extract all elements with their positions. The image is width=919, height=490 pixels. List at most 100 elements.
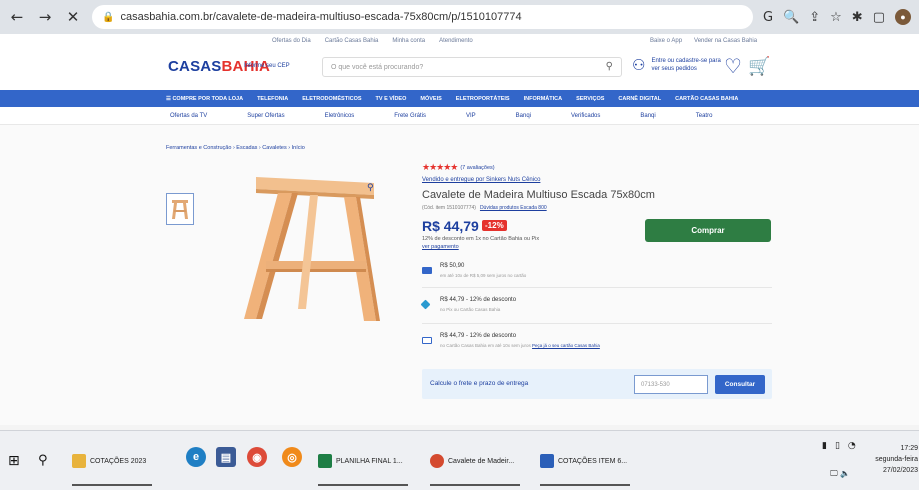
profile-avatar[interactable]: ● bbox=[895, 9, 911, 25]
chrome-window-icon bbox=[430, 454, 444, 468]
zoom-icon[interactable]: 🔍 bbox=[783, 10, 799, 25]
active-indicator bbox=[540, 484, 630, 486]
product-page: Ferramentas e Construção › Escadas › Cav… bbox=[0, 125, 919, 425]
edge-icon[interactable]: e bbox=[186, 447, 206, 467]
taskbar-app-excel[interactable]: PLANILHA FINAL 1... bbox=[318, 441, 403, 481]
product-code-text: (Cód. item 1510107774) bbox=[422, 205, 476, 211]
windows-taskbar: ⊞ ⚲ COTAÇÕES 2023 e ▤ ◉ ◎ PLANILHA FINAL… bbox=[0, 430, 919, 490]
product-code: (Cód. item 1510107774) Dúvidas produtos E… bbox=[422, 205, 547, 211]
buy-button[interactable]: Comprar bbox=[645, 219, 771, 242]
divider bbox=[422, 287, 772, 288]
taskbar-app-folder[interactable]: COTAÇÕES 2023 bbox=[72, 441, 146, 481]
extensions-icon[interactable]: ✱ bbox=[852, 10, 863, 25]
notes-icon[interactable]: ▯ bbox=[835, 441, 840, 451]
network-icon[interactable]: ▮ bbox=[822, 441, 827, 451]
product-title: Cavalete de Madeira Multiuso Escada 75x8… bbox=[422, 189, 655, 201]
close-icon[interactable]: ✕ bbox=[64, 8, 82, 26]
user-icon: ⚇ bbox=[632, 56, 646, 74]
pix-icon bbox=[420, 299, 431, 310]
divider bbox=[422, 323, 772, 324]
discount-badge: -12% bbox=[482, 220, 507, 231]
consult-button[interactable]: Consultar bbox=[715, 375, 765, 394]
tray-secondary[interactable]: 🖵 🔈 bbox=[830, 469, 850, 479]
top-link[interactable]: Atendimento bbox=[439, 38, 473, 44]
subnav-item[interactable]: Banqi bbox=[640, 113, 655, 119]
store-card-link[interactable]: Peça já o seu cartão Casas Bahia bbox=[532, 343, 600, 348]
discount-text: 12% de desconto em 1x no Cartão Bahia ou… bbox=[422, 236, 540, 242]
product-price: R$ 44,79 bbox=[422, 218, 479, 234]
breadcrumb[interactable]: Ferramentas e Construção › Escadas › Cav… bbox=[166, 145, 305, 151]
nav-item[interactable]: INFORMÁTICA bbox=[524, 96, 563, 102]
share-icon[interactable]: ⇪ bbox=[809, 10, 820, 25]
top-link[interactable]: Vender na Casas Bahia bbox=[694, 38, 757, 44]
payment-option-card: R$ 50,90 em até 10x de R$ 5,09 sem juros… bbox=[422, 263, 772, 285]
rating[interactable]: ★★★★★ (7 avaliações) bbox=[422, 163, 495, 173]
taskbar-app-label: Cavalete de Madeir... bbox=[448, 457, 515, 465]
cep-link[interactable]: Informe seu CEP bbox=[244, 63, 290, 69]
cart-icon[interactable]: 🛒 bbox=[748, 56, 770, 77]
subnav-item[interactable]: Teatro bbox=[696, 113, 713, 119]
firefox-icon[interactable]: ◎ bbox=[282, 447, 302, 467]
top-link[interactable]: Cartão Casas Bahia bbox=[325, 38, 379, 44]
taskbar-app-label: COTAÇÕES ITEM 6... bbox=[558, 457, 628, 465]
top-link[interactable]: Minha conta bbox=[392, 38, 425, 44]
browser-toolbar: ← → ✕ 🔒 casasbahia.com.br/cavalete-de-ma… bbox=[0, 0, 919, 34]
store-icon[interactable]: ▤ bbox=[216, 447, 236, 467]
subnav-item[interactable]: VIP bbox=[466, 113, 476, 119]
login-text: Entre ou cadastre-se para ver seus pedid… bbox=[651, 58, 721, 72]
payment-option-pix: R$ 44,79 - 12% de desconto no Pix ou Car… bbox=[420, 297, 772, 319]
url-text[interactable]: casasbahia.com.br/cavalete-de-madeira-mu… bbox=[120, 11, 521, 23]
subnav-item[interactable]: Eletrônicos bbox=[325, 113, 355, 119]
site-header: Ofertas do Dia Cartão Casas Bahia Minha … bbox=[0, 34, 919, 90]
forward-icon[interactable]: → bbox=[36, 8, 54, 26]
windows-start-icon[interactable]: ⊞ bbox=[8, 453, 20, 469]
search-icon[interactable]: ⚲ bbox=[606, 61, 613, 72]
seller-link[interactable]: Vendido e entregue por Sinkers Nuts Cêni… bbox=[422, 177, 540, 183]
payment-line2: em até 10x de R$ 5,09 sem juros no cartã… bbox=[440, 273, 527, 278]
payment-line1: R$ 44,79 - 12% de desconto bbox=[440, 333, 517, 339]
nav-item[interactable]: MÓVEIS bbox=[420, 96, 441, 102]
subnav-item[interactable]: Frete Grátis bbox=[394, 113, 426, 119]
zoom-icon[interactable]: ⚲ bbox=[367, 183, 374, 193]
top-link[interactable]: Ofertas do Dia bbox=[272, 38, 311, 44]
address-bar[interactable]: 🔒 casasbahia.com.br/cavalete-de-madeira-… bbox=[92, 5, 753, 29]
product-thumbnail[interactable] bbox=[166, 193, 194, 225]
bookmark-star-icon[interactable]: ☆ bbox=[830, 10, 842, 25]
excel-window-icon bbox=[540, 454, 554, 468]
lock-icon: 🔒 bbox=[102, 11, 115, 23]
search-input[interactable]: O que você está procurando? ⚲ bbox=[322, 57, 622, 77]
active-indicator bbox=[72, 484, 152, 486]
search-icon[interactable]: ⚲ bbox=[38, 453, 48, 468]
nav-item[interactable]: ☰ COMPRE POR TODA LOJA bbox=[166, 96, 243, 102]
see-payment-link[interactable]: ver pagamento bbox=[422, 244, 459, 250]
nav-item[interactable]: CARTÃO CASAS BAHIA bbox=[675, 96, 738, 102]
nav-item[interactable]: ELETROPORTÁTEIS bbox=[456, 96, 510, 102]
google-icon[interactable]: G bbox=[763, 10, 773, 25]
code-link[interactable]: Dúvidas produtos Escada 800 bbox=[480, 205, 547, 211]
taskbar-app-word[interactable]: COTAÇÕES ITEM 6... bbox=[540, 441, 627, 481]
login-link[interactable]: ⚇ Entre ou cadastre-se para ver seus ped… bbox=[632, 56, 721, 74]
subnav-item[interactable]: Super Ofertas bbox=[247, 113, 284, 119]
subnav-item[interactable]: Banqi bbox=[516, 113, 531, 119]
system-clock[interactable]: 17:29 segunda-feira 27/02/2023 bbox=[872, 443, 918, 476]
subnav-item[interactable]: Verificados bbox=[571, 113, 600, 119]
favorites-heart-icon[interactable]: ♡ bbox=[724, 54, 742, 78]
active-indicator bbox=[430, 484, 520, 486]
top-link[interactable]: Baixe o App bbox=[650, 38, 682, 44]
reviews-count: (7 avaliações) bbox=[460, 165, 495, 171]
clock-date: 27/02/2023 bbox=[882, 467, 918, 474]
sidepanel-icon[interactable]: ▢ bbox=[873, 10, 885, 25]
cep-input[interactable]: 07133-530 bbox=[634, 375, 708, 394]
nav-item[interactable]: TELEFONIA bbox=[257, 96, 288, 102]
nav-item[interactable]: ELETRODOMÉSTICOS bbox=[302, 96, 361, 102]
taskbar-app-browser[interactable]: Cavalete de Madeir... bbox=[430, 441, 514, 481]
clock-icon[interactable]: ◔ bbox=[848, 441, 856, 451]
subnav-item[interactable]: Ofertas da TV bbox=[170, 113, 207, 119]
payment-option-store-card: R$ 44,79 - 12% de desconto no Cartão Cas… bbox=[422, 333, 772, 355]
chrome-icon[interactable]: ◉ bbox=[247, 447, 267, 467]
nav-item[interactable]: SERVIÇOS bbox=[576, 96, 604, 102]
payment-line1: R$ 50,90 bbox=[440, 263, 465, 269]
back-icon[interactable]: ← bbox=[8, 8, 26, 26]
nav-item[interactable]: TV E VÍDEO bbox=[376, 96, 407, 102]
nav-item[interactable]: CARNÊ DIGITAL bbox=[618, 96, 661, 102]
